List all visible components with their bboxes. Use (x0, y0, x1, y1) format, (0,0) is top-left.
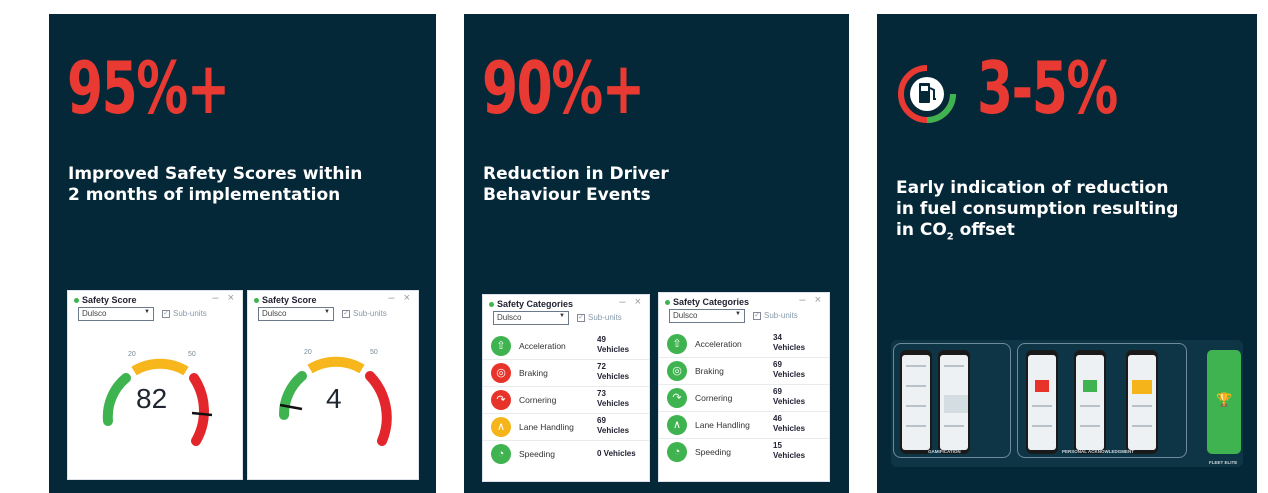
chevron-down-icon: ▼ (735, 311, 741, 317)
subunits-checkbox[interactable]: ✓ Sub-units (753, 311, 798, 320)
gauge-max-label: 50 (188, 351, 196, 358)
phone-mockup (1074, 350, 1106, 454)
lane-icon: ∧ (491, 417, 511, 437)
category-row: ◔ Speeding 0 Vehicles (483, 441, 649, 468)
phone-mockup (938, 350, 970, 454)
phone-mockup (1126, 350, 1158, 454)
unit-select[interactable]: Dulsco ▼ (669, 309, 745, 323)
checkbox-icon: ✓ (162, 309, 170, 318)
fuel-pump-icon (898, 65, 956, 123)
unit-select[interactable]: Dulsco ▼ (493, 311, 569, 325)
window-controls[interactable]: – × (799, 294, 824, 306)
subunits-checkbox[interactable]: ✓ Sub-units (162, 309, 207, 318)
stat-description: Reduction in Driver Behaviour Events (483, 164, 783, 206)
speed-icon: ◔ (667, 442, 687, 462)
gamification-group: GAMIFICATION (893, 343, 1011, 458)
desc-line: in CO2 offset (896, 220, 1015, 243)
checkbox-icon: ✓ (577, 313, 585, 322)
category-row: ⇧ Acceleration 49 Vehicles (483, 333, 649, 360)
status-dot-icon (489, 302, 494, 308)
personal-acknowledgment-group: PERSONAL ACKNOWLEDGMENT (1017, 343, 1187, 458)
desc-line: Reduction in Driver (483, 164, 669, 184)
lane-icon: ∧ (667, 415, 687, 435)
category-row: ◎ Braking 72 Vehicles (483, 360, 649, 387)
category-row: ◔ Speeding 15 Vehicles (659, 439, 829, 466)
brake-icon: ◎ (667, 361, 687, 381)
window-controls[interactable]: – × (388, 292, 413, 304)
stat-description: Early indication of reduction in fuel co… (896, 178, 1216, 247)
phone-mockup (900, 350, 932, 454)
stat-card-safety-score: 95%+ Improved Safety Scores within 2 mon… (49, 14, 436, 493)
window-controls[interactable]: – × (212, 292, 237, 304)
category-row: ◎ Braking 69 Vehicles (659, 358, 829, 385)
brake-icon: ◎ (491, 363, 511, 383)
stat-card-fuel: 3-5% Early indication of reduction in fu… (877, 14, 1257, 493)
gauge-needle (191, 411, 213, 417)
desc-line: Behaviour Events (483, 185, 651, 205)
phone-mockup (1026, 350, 1058, 454)
category-row: ↷ Cornering 73 Vehicles (483, 387, 649, 414)
gauge-value: 4 (326, 383, 342, 414)
status-dot-icon (254, 298, 259, 304)
checkbox-icon: ✓ (342, 309, 350, 318)
chevron-down-icon: ▼ (324, 309, 330, 315)
category-row: ↷ Cornering 69 Vehicles (659, 385, 829, 412)
stat-description: Improved Safety Scores within 2 months o… (68, 164, 408, 206)
arrow-up-icon: ⇧ (667, 334, 687, 354)
safety-score-widget: Safety Score – × Dulsco ▼ ✓ Sub-units 20 5… (67, 290, 243, 480)
safety-categories-widget: Safety Categories – × Dulsco ▼ ✓ Sub-units… (658, 292, 830, 482)
unit-select[interactable]: Dulsco ▼ (78, 307, 154, 321)
chevron-down-icon: ▼ (144, 309, 150, 315)
desc-line: Early indication of reduction (896, 178, 1169, 198)
strip-label: PERSONAL ACKNOWLEDGMENT (1062, 449, 1134, 454)
category-row: ∧ Lane Handling 69 Vehicles (483, 414, 649, 441)
category-row: ∧ Lane Handling 46 Vehicles (659, 412, 829, 439)
gauge-min-label: 20 (128, 351, 136, 358)
category-row: ⇧ Acceleration 34 Vehicles (659, 331, 829, 358)
speed-icon: ◔ (491, 444, 511, 464)
desc-line: 2 months of implementation (68, 185, 341, 205)
checkbox-icon: ✓ (753, 311, 761, 320)
status-dot-icon (74, 298, 79, 304)
stat-value: 90%+ (482, 46, 645, 130)
fleet-elite-card: 🏆 (1207, 350, 1241, 454)
gauge-min-label: 20 (304, 349, 312, 356)
safety-categories-widget: Safety Categories – × Dulsco ▼ ✓ Sub-units… (482, 294, 650, 482)
trophy-icon: 🏆 (1216, 392, 1233, 407)
gauge-value: 82 (136, 383, 168, 414)
turn-icon: ↷ (667, 388, 687, 408)
widget-title: Safety Categories (673, 297, 750, 307)
app-screens-strip: GAMIFICATION PERSONAL ACKNOWLEDGMENT 🏆 F… (891, 340, 1243, 467)
subunits-checkbox[interactable]: ✓ Sub-units (342, 309, 387, 318)
stat-value: 3-5% (977, 46, 1118, 130)
stat-value: 95%+ (67, 46, 230, 130)
strip-label: GAMIFICATION (928, 449, 961, 454)
gauge-max-label: 50 (370, 349, 378, 356)
desc-line: Improved Safety Scores within (68, 164, 363, 184)
chevron-down-icon: ▼ (559, 313, 565, 319)
desc-line: in fuel consumption resulting (896, 199, 1179, 219)
window-controls[interactable]: – × (619, 296, 644, 308)
widget-title: Safety Score (262, 295, 317, 305)
strip-label: FLEET ELITE (1209, 460, 1238, 465)
status-dot-icon (665, 300, 670, 306)
arrow-up-icon: ⇧ (491, 336, 511, 356)
widget-title: Safety Categories (497, 299, 574, 309)
unit-select[interactable]: Dulsco ▼ (258, 307, 334, 321)
widget-title: Safety Score (82, 295, 137, 305)
stat-card-driver-behaviour: 90%+ Reduction in Driver Behaviour Event… (464, 14, 849, 493)
turn-icon: ↷ (491, 390, 511, 410)
subunits-checkbox[interactable]: ✓ Sub-units (577, 313, 622, 322)
safety-score-widget: Safety Score – × Dulsco ▼ ✓ Sub-units 20 5… (247, 290, 419, 480)
